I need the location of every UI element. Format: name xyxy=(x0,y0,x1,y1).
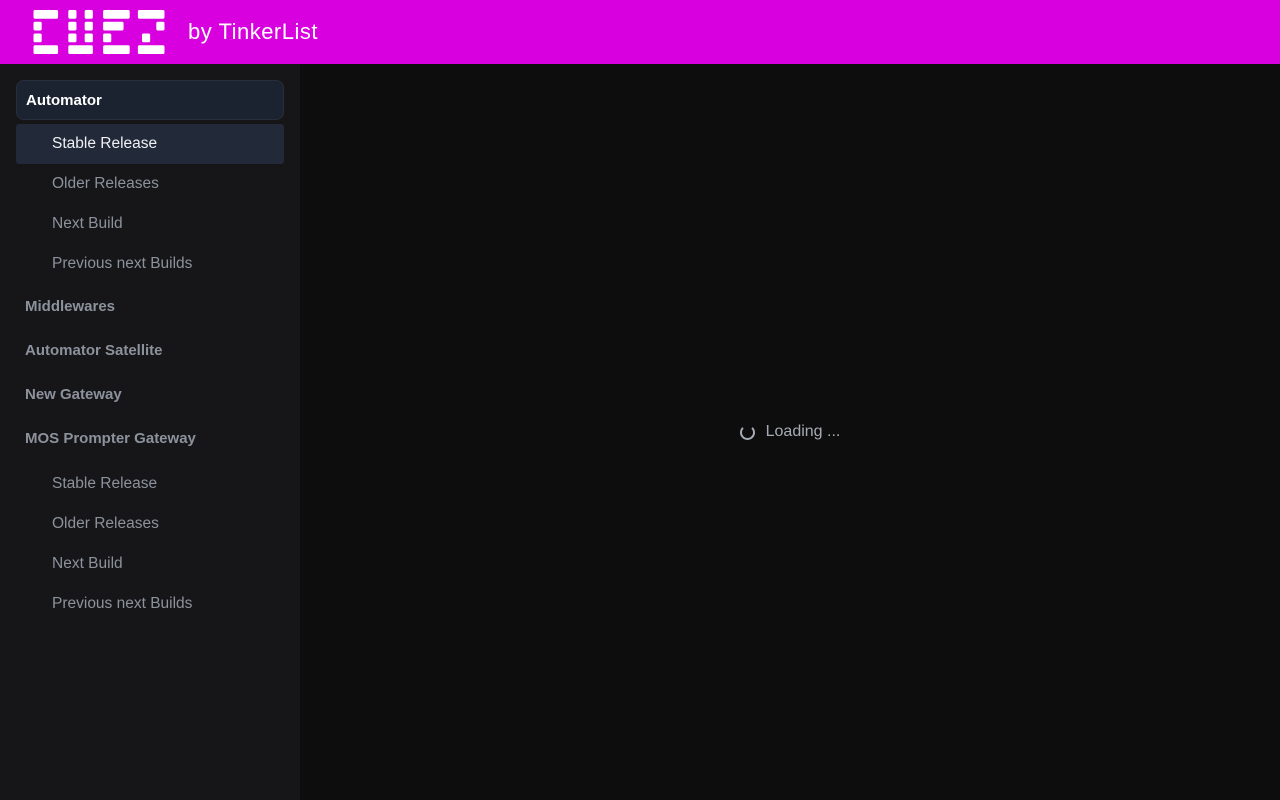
sidebar-item-label: Older Releases xyxy=(52,175,159,192)
loading-indicator: Loading ... xyxy=(739,423,841,441)
sidebar-item-older-releases-2[interactable]: Older Releases xyxy=(16,504,284,544)
byline: by TinkerList xyxy=(188,19,318,44)
app-body: Automator Stable Release Older Releases … xyxy=(0,64,1280,800)
sidebar-item-mos-prompter-gateway[interactable]: MOS Prompter Gateway xyxy=(16,416,284,460)
sidebar-item-previous-next-builds[interactable]: Previous next Builds xyxy=(16,244,284,284)
sidebar-item-label: Automator Satellite xyxy=(25,341,163,359)
sidebar-item-label: Stable Release xyxy=(52,135,158,152)
cuez-logo-icon xyxy=(33,10,165,54)
sidebar-item-new-gateway[interactable]: New Gateway xyxy=(16,372,284,416)
sidebar-item-label: Middlewares xyxy=(25,297,116,315)
sidebar-item-stable-release-2[interactable]: Stable Release xyxy=(16,464,284,504)
spinner-icon xyxy=(739,424,755,440)
app-header: by TinkerList xyxy=(0,0,1280,64)
sidebar-item-automator[interactable]: Automator xyxy=(16,80,284,120)
sidebar-item-label: Automator xyxy=(26,91,102,109)
sidebar-item-label: Previous next Builds xyxy=(52,255,193,272)
loading-text: Loading ... xyxy=(765,423,841,440)
sidebar-item-label: MOS Prompter Gateway xyxy=(25,429,196,447)
sidebar-item-next-build-2[interactable]: Next Build xyxy=(16,544,284,584)
sidebar-item-label: Stable Release xyxy=(52,475,158,492)
sidebar-item-next-build[interactable]: Next Build xyxy=(16,204,284,244)
sidebar: Automator Stable Release Older Releases … xyxy=(0,64,300,800)
sidebar-item-middlewares[interactable]: Middlewares xyxy=(16,284,284,328)
sidebar-item-stable-release[interactable]: Stable Release xyxy=(16,124,284,164)
sidebar-item-previous-next-builds-2[interactable]: Previous next Builds xyxy=(16,584,284,624)
sidebar-item-label: Next Build xyxy=(52,555,123,572)
sidebar-item-label: New Gateway xyxy=(25,385,122,403)
sidebar-item-label: Next Build xyxy=(52,215,123,232)
main-content: Loading ... xyxy=(300,64,1280,800)
sidebar-item-automator-satellite[interactable]: Automator Satellite xyxy=(16,328,284,372)
sidebar-item-older-releases[interactable]: Older Releases xyxy=(16,164,284,204)
sidebar-item-label: Older Releases xyxy=(52,515,159,532)
sidebar-item-label: Previous next Builds xyxy=(52,595,193,612)
